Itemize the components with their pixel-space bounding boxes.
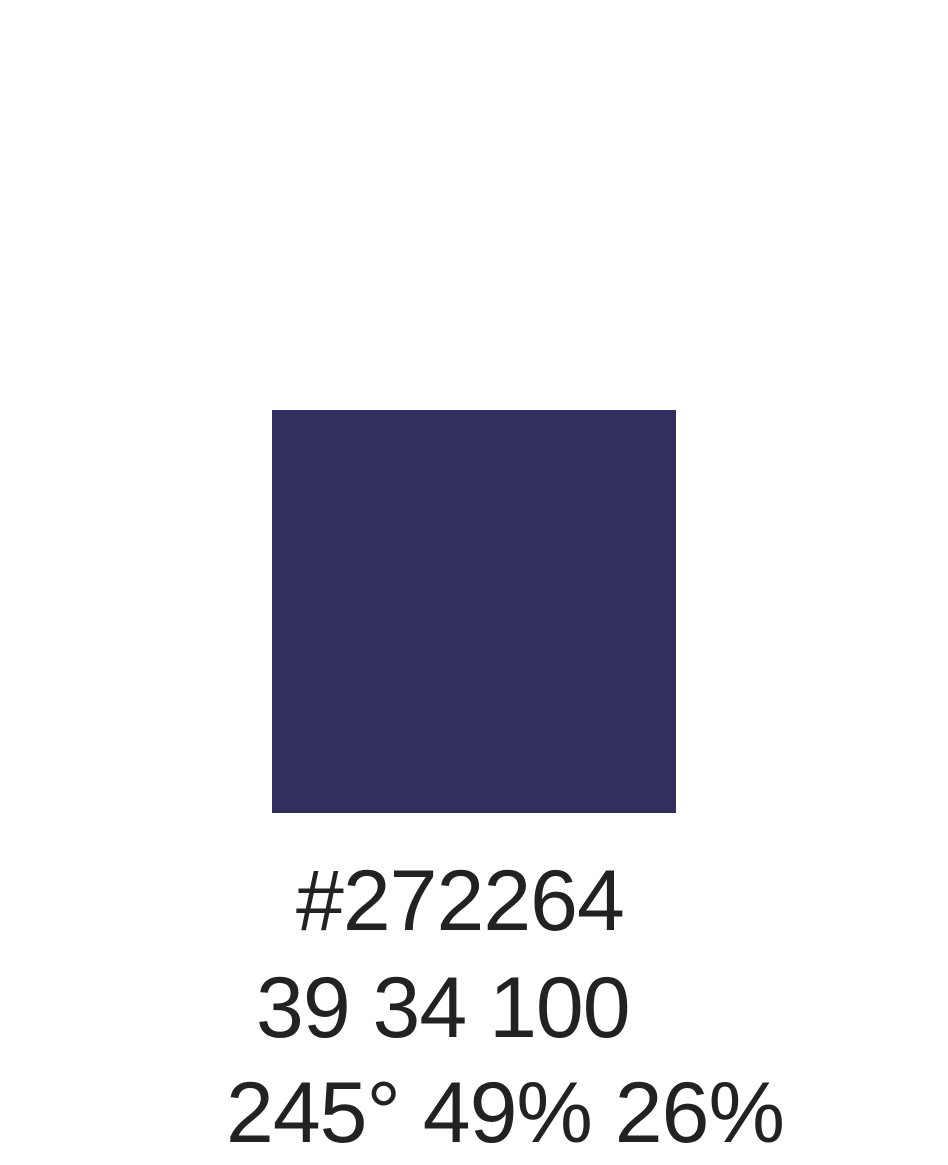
hsl-value-label: 245° 49% 26% <box>226 1065 785 1161</box>
hex-value-label: #272264 <box>296 853 625 949</box>
color-swatch <box>272 410 676 813</box>
rgb-value-label: 39 34 100 <box>256 960 631 1056</box>
